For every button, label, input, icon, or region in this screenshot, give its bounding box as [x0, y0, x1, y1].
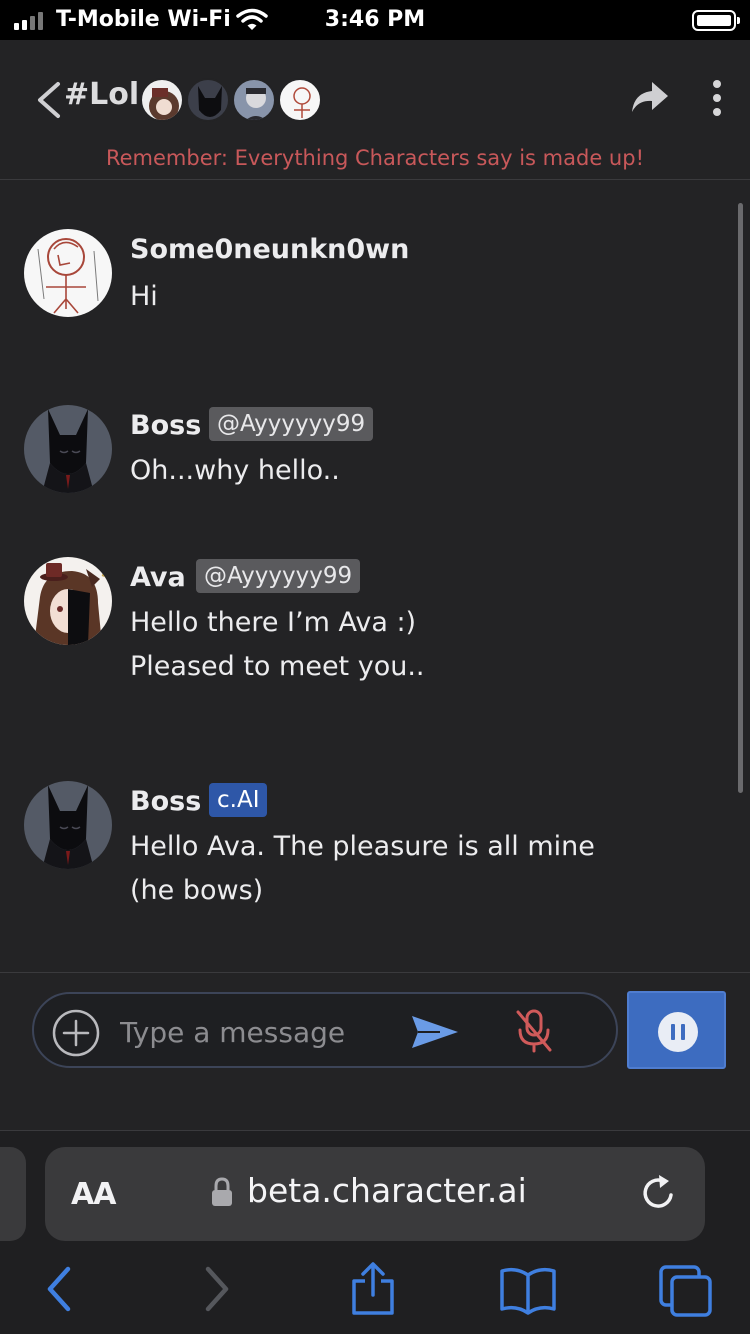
bookmarks-icon[interactable]	[498, 1261, 558, 1317]
add-plus-icon[interactable]	[52, 1009, 100, 1057]
send-icon[interactable]	[410, 1012, 460, 1052]
message-line: (he bows)	[130, 875, 264, 906]
message-text: Hello there I’m Ava :) Pleased to meet y…	[130, 601, 425, 689]
avatar-user-mini	[232, 78, 276, 122]
pause-icon	[658, 1012, 698, 1052]
cai-badge: c.AI	[209, 783, 268, 817]
back-chevron-icon[interactable]	[34, 80, 64, 120]
avatar-sketch-mini	[278, 78, 322, 122]
mic-muted-icon[interactable]	[514, 1008, 554, 1054]
message-item: Boss c.AI Hello Ava. The pleasure is all…	[0, 781, 730, 921]
avatar-boss-mini	[186, 78, 230, 122]
avatar-some0neunkn0wn[interactable]	[24, 229, 112, 317]
message-line: Hello there I’m Ava :)	[130, 607, 417, 638]
pause-button[interactable]	[627, 991, 726, 1069]
creator-tag[interactable]: @Ayyyyyy99	[196, 559, 361, 593]
clock: 3:46 PM	[324, 7, 426, 32]
browser-toolbar: AA beta.character.ai	[0, 1130, 750, 1334]
avatar-ava[interactable]	[24, 557, 112, 645]
message-author[interactable]: Boss	[130, 410, 201, 441]
room-title[interactable]: #Lol	[64, 77, 139, 112]
message-text: Hi	[130, 275, 158, 319]
back-arrow-icon[interactable]	[40, 1261, 76, 1317]
creator-tag[interactable]: @Ayyyyyy99	[209, 407, 374, 441]
reload-icon[interactable]	[639, 1173, 679, 1213]
message-line: Hello Ava. The pleasure is all mine	[130, 831, 595, 862]
tabs-icon[interactable]	[658, 1261, 714, 1317]
message-line: Oh...why hello..	[130, 455, 340, 486]
lock-icon	[212, 1177, 232, 1206]
scrollbar[interactable]	[738, 203, 743, 793]
battery-icon	[692, 10, 740, 31]
more-options-icon[interactable]	[704, 78, 730, 118]
disclaimer-banner: Remember: Everything Characters say is m…	[105, 146, 644, 170]
url-text[interactable]: beta.character.ai	[247, 1171, 527, 1210]
message-text: Hello Ava. The pleasure is all mine (he …	[130, 825, 595, 913]
message-item: Ava @Ayyyyyy99 Hello there I’m Ava :) Pl…	[0, 557, 730, 697]
message-list[interactable]: Some0neunkn0wn Hi Boss @Ayyyyyy99 Oh...w…	[0, 181, 750, 972]
avatar-ava-mini	[140, 78, 184, 122]
chat-header: #Lol Remember: Everything Characters say…	[0, 40, 750, 180]
message-line: Pleased to meet you..	[130, 651, 425, 682]
message-item: Some0neunkn0wn Hi	[0, 229, 730, 329]
status-bar: T-Mobile Wi-Fi 3:46 PM	[0, 0, 750, 40]
avatar-boss[interactable]	[24, 405, 112, 493]
avatar-boss[interactable]	[24, 781, 112, 869]
address-bar[interactable]: AA beta.character.ai	[45, 1147, 705, 1241]
forward-arrow-icon[interactable]	[200, 1261, 236, 1317]
message-input[interactable]	[120, 1010, 390, 1054]
message-text: Oh...why hello..	[130, 449, 340, 493]
text-size-button[interactable]: AA	[71, 1177, 116, 1212]
message-author[interactable]: Boss	[130, 786, 201, 817]
message-author[interactable]: Ava	[130, 562, 186, 593]
message-line: Hi	[130, 281, 158, 312]
message-input-container[interactable]	[32, 992, 618, 1068]
share-icon[interactable]	[348, 1261, 398, 1317]
previous-tab-edge[interactable]	[0, 1147, 26, 1241]
share-arrow-icon[interactable]	[630, 80, 670, 114]
message-item: Boss @Ayyyyyy99 Oh...why hello..	[0, 405, 730, 505]
composer	[0, 972, 750, 1130]
message-author[interactable]: Some0neunkn0wn	[130, 234, 409, 265]
